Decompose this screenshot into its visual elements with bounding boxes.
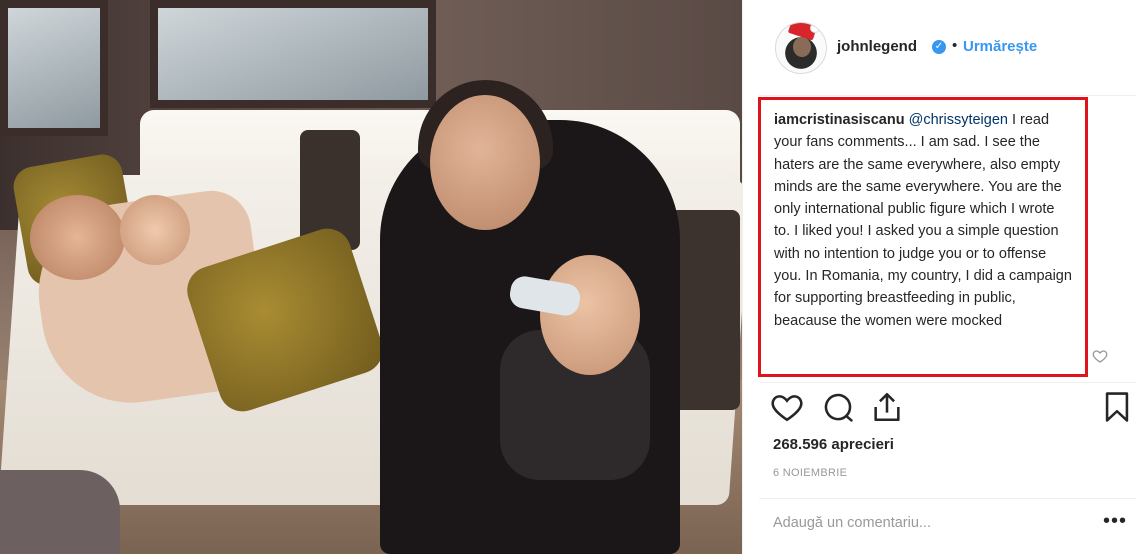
photo-baby-face [540,255,640,375]
photo-face-reclining [30,195,125,280]
divider [759,382,1136,383]
photo-dark-cushion-right [670,210,740,410]
bookmark-icon[interactable] [1100,390,1134,424]
comment-body: I read your fans comments... I am sad. I… [774,112,1072,329]
comment: iamcristinasiscanu @chrissyteigen I read… [774,109,1074,332]
avatar[interactable] [775,22,827,74]
post-sidebar: johnlegend ✓ • Urmărește iamcristinasisc… [742,0,1136,554]
comment-mention[interactable]: @chrissyteigen [909,112,1008,128]
add-comment-input[interactable]: Adaugă un comentariu... [773,515,931,531]
photo-window [150,0,436,108]
photo-floor-object [0,470,120,554]
follow-button[interactable]: Urmărește [963,38,1037,55]
share-icon[interactable] [870,390,904,424]
post-date: 6 NOIEMBRIE [773,467,848,479]
action-bar [743,390,1136,430]
highlighted-comment-box: iamcristinasiscanu @chrissyteigen I read… [758,97,1088,377]
comment-icon[interactable] [821,390,855,424]
post-header: johnlegend ✓ • Urmărește [743,0,1136,95]
header-separator-dot: • [952,37,958,54]
more-options-icon[interactable]: ••• [1103,510,1127,533]
verified-badge-icon: ✓ [932,40,946,54]
santa-hat-pom [810,23,820,33]
photo-window-left [0,0,108,136]
post-username[interactable]: johnlegend [837,38,917,55]
comment-username[interactable]: iamcristinasiscanu [774,112,905,128]
divider [759,498,1136,499]
comment-like-icon[interactable] [1092,348,1108,364]
post-photo[interactable] [0,0,742,554]
divider [759,95,1136,96]
photo-face-woman [430,95,540,230]
like-count[interactable]: 268.596 aprecieri [773,436,894,453]
heart-icon[interactable] [770,390,804,424]
photo-face-child [120,195,190,265]
avatar-face [793,37,811,57]
